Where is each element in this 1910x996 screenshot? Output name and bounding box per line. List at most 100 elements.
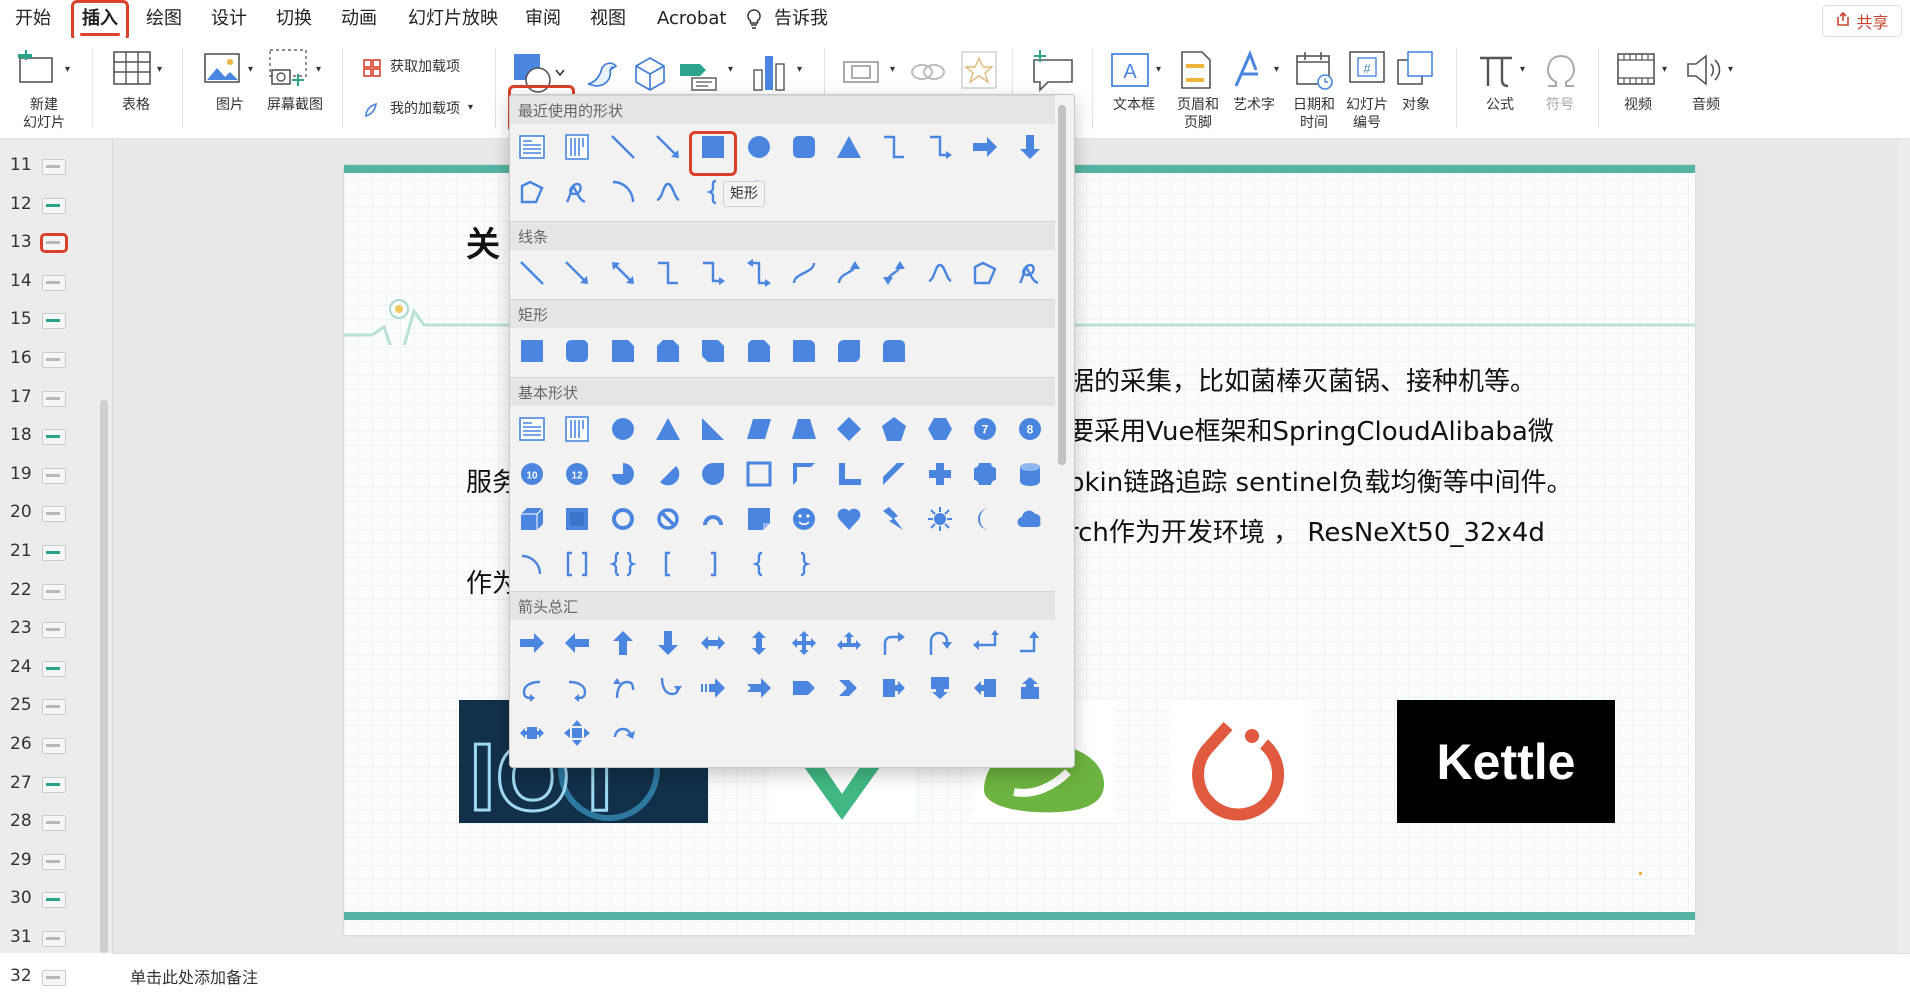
- sun-shape-icon[interactable]: [926, 505, 954, 533]
- dblarrow-shape-icon[interactable]: [609, 259, 637, 287]
- uturn-shape-icon[interactable]: [926, 629, 954, 657]
- slide-preview[interactable]: [42, 545, 66, 561]
- notes-placeholder[interactable]: 单击此处添加备注: [130, 964, 258, 988]
- parallelogram-shape-icon[interactable]: [745, 415, 773, 443]
- slide-preview[interactable]: [42, 892, 66, 909]
- slide-thumbnail[interactable]: 26: [0, 726, 100, 764]
- slide-preview[interactable]: [42, 969, 66, 986]
- loop-shape-icon[interactable]: [1016, 259, 1044, 287]
- curvedu-shape-icon[interactable]: [609, 674, 637, 702]
- numbered-shape-icon[interactable]: 8: [1016, 415, 1044, 443]
- slide-preview[interactable]: [42, 931, 66, 947]
- chevron-shape-icon[interactable]: [835, 674, 863, 702]
- elbow-shape-icon[interactable]: [654, 259, 682, 287]
- snipround-shape-icon[interactable]: [745, 337, 773, 365]
- ellipse-shape-icon[interactable]: [745, 133, 773, 161]
- vtextbox-shape-icon[interactable]: [563, 133, 591, 161]
- picture-label[interactable]: 图片: [205, 96, 255, 114]
- slide-preview[interactable]: [42, 390, 66, 407]
- my-addins-button[interactable]: 我的加载项: [390, 100, 460, 118]
- arrowline-shape-icon[interactable]: [563, 259, 591, 287]
- curve-shape-icon[interactable]: [790, 259, 818, 287]
- rect-shape-icon[interactable]: [518, 337, 546, 365]
- bentup-shape-icon[interactable]: [1016, 629, 1044, 657]
- ellipse-shape-icon[interactable]: [609, 415, 637, 443]
- chevron-down-icon[interactable]: ▾: [1662, 64, 1667, 75]
- calendar-icon[interactable]: [1295, 50, 1335, 94]
- screenshot-label[interactable]: 屏幕截图: [263, 96, 327, 114]
- udarrow-shape-icon[interactable]: [745, 629, 773, 657]
- slide-preview[interactable]: [42, 197, 66, 214]
- circarrow-shape-icon[interactable]: [609, 719, 637, 747]
- slide-preview[interactable]: [42, 583, 66, 600]
- line-shape-icon[interactable]: [518, 259, 546, 287]
- chevron-down-icon[interactable]: ▾: [65, 64, 70, 75]
- textbox-icon[interactable]: A: [1110, 52, 1150, 92]
- pytorch-logo-image[interactable]: [1170, 700, 1311, 823]
- slide-number-icon[interactable]: #: [1348, 50, 1386, 94]
- comment-icon[interactable]: [1030, 50, 1076, 98]
- callquad-shape-icon[interactable]: [563, 719, 591, 747]
- rarrow-shape-icon[interactable]: [971, 133, 999, 161]
- heart-shape-icon[interactable]: [835, 505, 863, 533]
- curvedr-shape-icon[interactable]: [518, 674, 546, 702]
- audio-icon[interactable]: [1684, 52, 1724, 92]
- lshape-shape-icon[interactable]: [835, 460, 863, 488]
- picture-icon[interactable]: [203, 52, 243, 90]
- video-icon[interactable]: [1616, 52, 1656, 92]
- round3-shape-icon[interactable]: [880, 337, 908, 365]
- slide-thumbnail[interactable]: 16: [0, 340, 100, 378]
- nosymbol-shape-icon[interactable]: [654, 505, 682, 533]
- kettle-logo-image[interactable]: Kettle: [1397, 700, 1615, 823]
- tab-draw[interactable]: 绘图: [146, 6, 182, 32]
- slide-number-label[interactable]: 幻灯片 编号: [1340, 96, 1394, 132]
- slide-thumbnail[interactable]: 18: [0, 417, 100, 455]
- screen-recording-icon[interactable]: [842, 54, 886, 94]
- date-time-label[interactable]: 日期和 时间: [1288, 96, 1340, 132]
- slide-thumbnail[interactable]: 22: [0, 572, 100, 610]
- wordart-label[interactable]: 艺术字: [1230, 96, 1278, 114]
- snip1-shape-icon[interactable]: [609, 337, 637, 365]
- loop-shape-icon[interactable]: [563, 178, 591, 206]
- textbox-shape-icon[interactable]: [518, 415, 546, 443]
- elbow-shape-icon[interactable]: [880, 133, 908, 161]
- equation-label[interactable]: 公式: [1476, 96, 1524, 114]
- lightning-shape-icon[interactable]: [880, 505, 908, 533]
- slide-thumbnail[interactable]: 17: [0, 379, 100, 417]
- rrect-shape-icon[interactable]: [790, 133, 818, 161]
- object-label[interactable]: 对象: [1394, 96, 1438, 114]
- smartart-icon[interactable]: [678, 54, 722, 98]
- round2-shape-icon[interactable]: [835, 337, 863, 365]
- cube-shape-icon[interactable]: [518, 505, 546, 533]
- tab-tell-me[interactable]: 告诉我: [774, 6, 828, 32]
- rarrow-shape-icon[interactable]: [518, 629, 546, 657]
- shapes-dropdown[interactable]: 最近使用的形状 线条 矩形 基本形状 箭头总汇 7 8 10 12: [509, 94, 1075, 768]
- plaque-shape-icon[interactable]: [971, 460, 999, 488]
- slide-thumbnail[interactable]: 15: [0, 301, 100, 339]
- triangle-shape-icon[interactable]: [835, 133, 863, 161]
- slide-thumbnail[interactable]: 29: [0, 842, 100, 880]
- cloud-shape-icon[interactable]: [1016, 505, 1044, 533]
- slide-thumbnail[interactable]: 21: [0, 533, 100, 571]
- rbrace-shape-icon[interactable]: [790, 550, 818, 578]
- calld-shape-icon[interactable]: [926, 674, 954, 702]
- tab-view[interactable]: 视图: [590, 6, 626, 32]
- can-shape-icon[interactable]: [1016, 460, 1044, 488]
- arcline-shape-icon[interactable]: [518, 550, 546, 578]
- wave-shape-icon[interactable]: [926, 259, 954, 287]
- slide-preview[interactable]: [42, 699, 66, 716]
- slide-preview[interactable]: [40, 233, 68, 254]
- tab-slideshow[interactable]: 幻灯片放映: [408, 6, 498, 32]
- icons-bird-icon[interactable]: [582, 54, 622, 98]
- slide-preview[interactable]: [42, 506, 66, 523]
- chevron-down-icon[interactable]: ▾: [1728, 64, 1733, 75]
- folded-shape-icon[interactable]: [745, 505, 773, 533]
- slide-thumbnail[interactable]: 32: [0, 958, 100, 996]
- rbracket-shape-icon[interactable]: [699, 550, 727, 578]
- screenshot-icon[interactable]: [268, 48, 310, 92]
- leftup-shape-icon[interactable]: [971, 629, 999, 657]
- bentarrow-shape-icon[interactable]: [880, 629, 908, 657]
- darrow-shape-icon[interactable]: [1016, 133, 1044, 161]
- arrowline-shape-icon[interactable]: [654, 133, 682, 161]
- numbered-shape-icon[interactable]: 12: [563, 460, 591, 488]
